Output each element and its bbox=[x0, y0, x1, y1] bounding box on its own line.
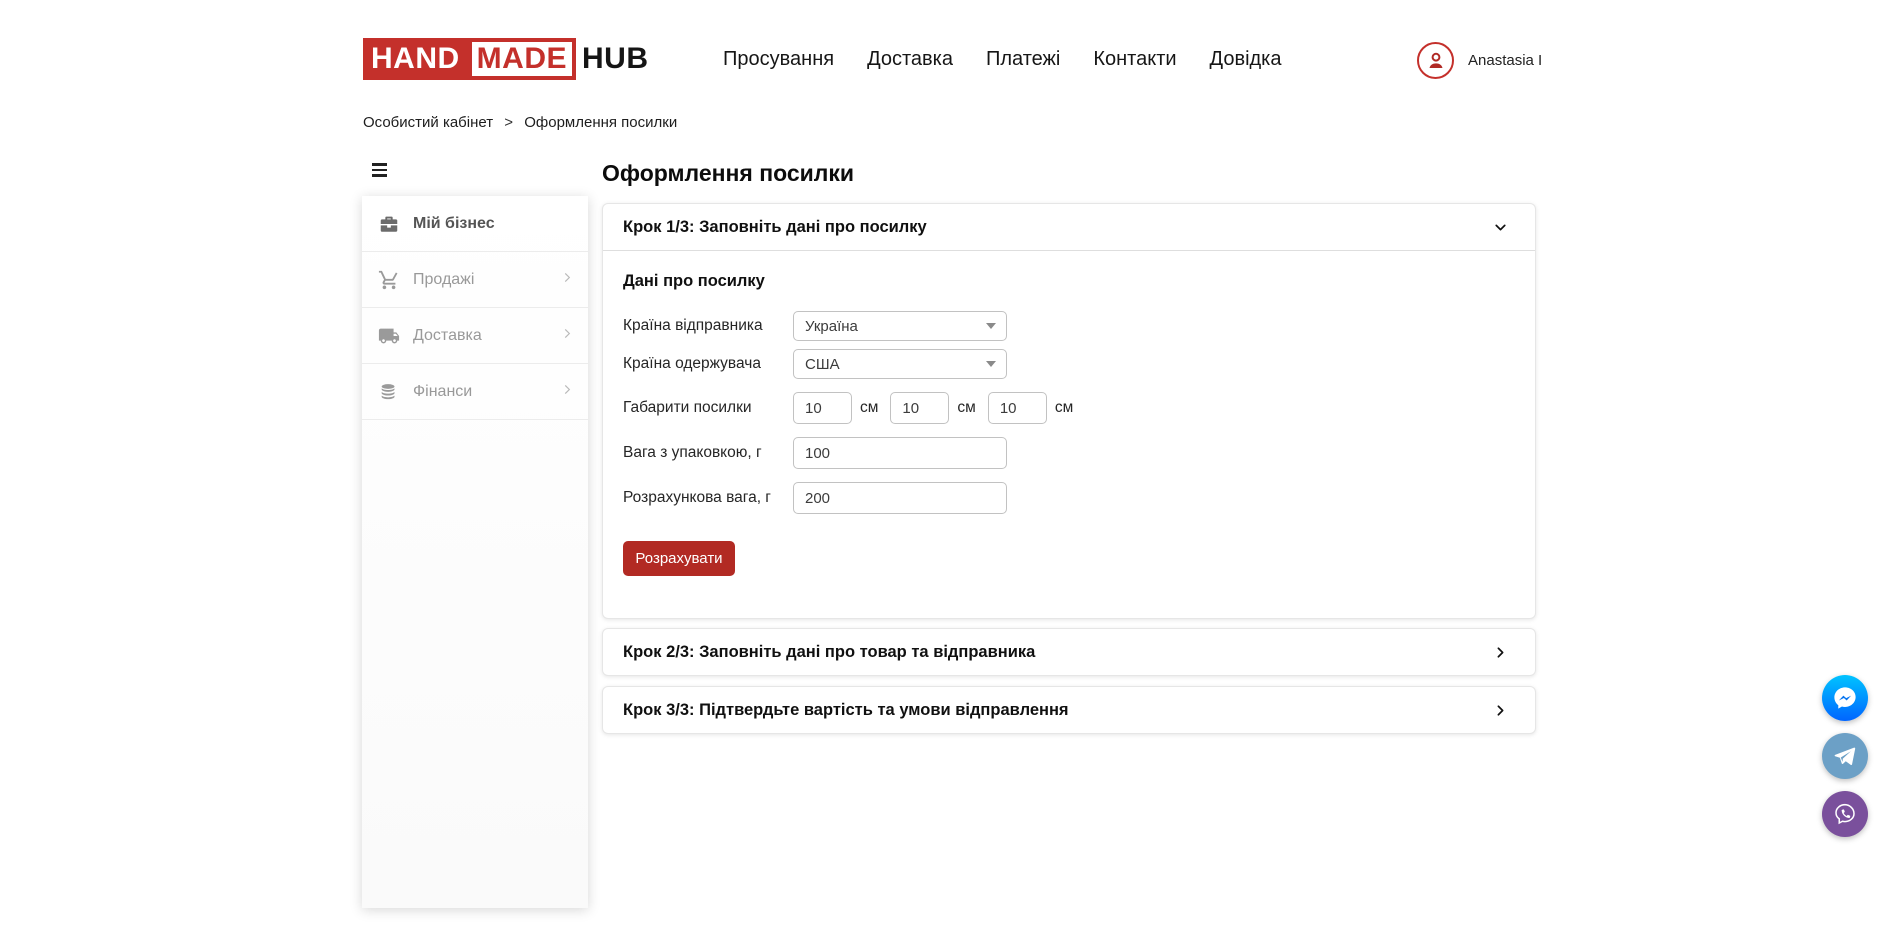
sidebar-item-label: Доставка bbox=[413, 327, 482, 345]
chevron-right-icon bbox=[1492, 644, 1509, 661]
coins-icon bbox=[378, 381, 400, 403]
breadcrumb-separator: > bbox=[504, 114, 513, 131]
sidebar-toggle-hamburger-icon[interactable] bbox=[372, 163, 387, 180]
weight-calculated-input[interactable] bbox=[793, 482, 1007, 514]
step-3-card: Крок 3/3: Підтвердьте вартість та умови … bbox=[602, 686, 1536, 734]
step-1-card: Крок 1/3: Заповніть дані про посилку Дан… bbox=[602, 203, 1536, 619]
page-title: Оформлення посилки bbox=[602, 160, 854, 187]
dimension-unit: см bbox=[957, 399, 975, 417]
briefcase-icon bbox=[378, 213, 400, 235]
step-1-header[interactable]: Крок 1/3: Заповніть дані про посилку bbox=[603, 204, 1535, 251]
weight-packed-label: Вага з упаковкою, г bbox=[623, 444, 793, 462]
page: HAND MADE HUB Просування Доставка Платеж… bbox=[0, 0, 1894, 938]
chevron-right-icon bbox=[560, 326, 574, 345]
dimension-unit: см bbox=[860, 399, 878, 417]
user-avatar-icon bbox=[1417, 42, 1454, 79]
step-2-card: Крок 2/3: Заповніть дані про товар та ві… bbox=[602, 628, 1536, 676]
sidebar-item-delivery[interactable]: Доставка bbox=[362, 308, 588, 364]
logo-part-made: MADE bbox=[468, 38, 576, 80]
truck-icon bbox=[378, 325, 400, 347]
breadcrumb: Особистий кабінет > Оформлення посилки bbox=[363, 114, 677, 131]
account-button[interactable]: Anastasia I bbox=[1417, 42, 1542, 79]
nav-item-payments[interactable]: Платежі bbox=[986, 48, 1060, 71]
step-3-header[interactable]: Крок 3/3: Підтвердьте вартість та умови … bbox=[603, 687, 1535, 734]
viber-button[interactable] bbox=[1822, 791, 1868, 837]
user-name: Anastasia I bbox=[1468, 52, 1542, 69]
weight-calculated-label: Розрахункова вага, г bbox=[623, 489, 793, 507]
main-nav: Просування Доставка Платежі Контакти Дов… bbox=[723, 48, 1282, 71]
nav-item-promotion[interactable]: Просування bbox=[723, 48, 834, 71]
select-arrow-icon bbox=[986, 361, 996, 367]
dimension-height-input[interactable] bbox=[988, 392, 1047, 424]
sender-country-select[interactable]: Україна bbox=[793, 311, 1007, 341]
dimension-unit: см bbox=[1055, 399, 1073, 417]
logo-part-hub: HUB bbox=[576, 38, 649, 80]
sender-country-label: Країна відправника bbox=[623, 317, 793, 335]
recipient-country-label: Країна одержувача bbox=[623, 355, 793, 373]
sidebar-item-label: Мій бізнес bbox=[413, 215, 495, 233]
step-1-title: Крок 1/3: Заповніть дані про посилку bbox=[623, 218, 927, 237]
step-2-header[interactable]: Крок 2/3: Заповніть дані про товар та ві… bbox=[603, 629, 1535, 676]
step-1-body: Дані про посилку Країна відправника Укра… bbox=[603, 251, 1535, 576]
sidebar-item-label: Фінанси bbox=[413, 383, 472, 401]
messenger-button[interactable] bbox=[1822, 675, 1868, 721]
sidebar-item-my-business[interactable]: Мій бізнес bbox=[362, 196, 588, 252]
sidebar-item-label: Продажі bbox=[413, 271, 474, 289]
chevron-down-icon bbox=[1492, 219, 1509, 236]
telegram-icon bbox=[1832, 743, 1858, 769]
sidebar: Мій бізнес Продажі Доставка Фінанси bbox=[362, 196, 588, 908]
chevron-right-icon bbox=[1492, 702, 1509, 719]
sender-country-value: Україна bbox=[805, 318, 858, 335]
recipient-country-value: США bbox=[805, 356, 840, 373]
recipient-country-select[interactable]: США bbox=[793, 349, 1007, 379]
dimension-width-input[interactable] bbox=[890, 392, 949, 424]
dimension-length-input[interactable] bbox=[793, 392, 852, 424]
dimensions-label: Габарити посилки bbox=[623, 399, 793, 417]
nav-item-help[interactable]: Довідка bbox=[1210, 48, 1282, 71]
viber-icon bbox=[1832, 801, 1858, 827]
select-arrow-icon bbox=[986, 323, 996, 329]
breadcrumb-current: Оформлення посилки bbox=[524, 114, 677, 131]
nav-item-delivery[interactable]: Доставка bbox=[867, 48, 953, 71]
chevron-right-icon bbox=[560, 270, 574, 289]
handmade-hub-logo[interactable]: HAND MADE HUB bbox=[363, 38, 649, 80]
calculate-button[interactable]: Розрахувати bbox=[623, 541, 735, 576]
weight-packed-input[interactable] bbox=[793, 437, 1007, 469]
breadcrumb-personal-cabinet[interactable]: Особистий кабінет bbox=[363, 114, 493, 131]
step-3-title: Крок 3/3: Підтвердьте вартість та умови … bbox=[623, 701, 1069, 720]
chevron-right-icon bbox=[560, 382, 574, 401]
sidebar-item-finances[interactable]: Фінанси bbox=[362, 364, 588, 420]
telegram-button[interactable] bbox=[1822, 733, 1868, 779]
logo-part-hand: HAND bbox=[363, 38, 468, 80]
nav-item-contacts[interactable]: Контакти bbox=[1093, 48, 1176, 71]
messenger-icon bbox=[1832, 685, 1858, 711]
parcel-data-section-title: Дані про посилку bbox=[623, 272, 1515, 291]
sidebar-item-sales[interactable]: Продажі bbox=[362, 252, 588, 308]
cart-icon bbox=[378, 269, 400, 291]
step-2-title: Крок 2/3: Заповніть дані про товар та ві… bbox=[623, 643, 1035, 662]
